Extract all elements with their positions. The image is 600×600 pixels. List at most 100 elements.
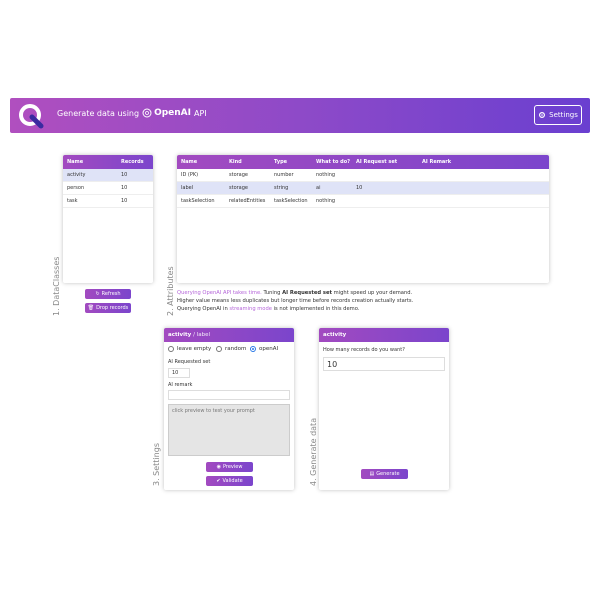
radio-leave-empty[interactable]: leave empty bbox=[168, 346, 211, 352]
col-name: Name bbox=[181, 159, 198, 165]
radio-label: leave empty bbox=[177, 346, 212, 352]
attr-kind: relatedEntities bbox=[229, 198, 266, 204]
info-link-streaming[interactable]: streaming mode bbox=[229, 306, 272, 312]
dataclass-row-activity[interactable]: activity 10 bbox=[63, 169, 153, 182]
refresh-label: Refresh bbox=[101, 291, 121, 297]
records-count-input[interactable]: 10 bbox=[323, 357, 445, 371]
openai-icon bbox=[142, 108, 152, 118]
attr-todo: nothing bbox=[316, 172, 336, 178]
attributes-table-header: Name Kind Type What to do? AI Request se… bbox=[177, 155, 549, 169]
attr-type: string bbox=[274, 185, 289, 191]
preview-button[interactable]: ◉ Preview bbox=[206, 462, 253, 472]
info-line1-bold: AI Requested set bbox=[282, 290, 332, 296]
refresh-icon: ↻ bbox=[95, 291, 100, 297]
attr-name: ID (PK) bbox=[181, 172, 199, 178]
drop-records-button[interactable]: 🗑 Drop records bbox=[85, 303, 131, 313]
info-line-2: Higher value means less duplicates but l… bbox=[177, 298, 414, 304]
info-line-1: Querying OpenAI API takes time. Tuning A… bbox=[177, 289, 413, 297]
info-line-3: Querying OpenAI in streaming mode is not… bbox=[177, 305, 413, 313]
attributes-section-label: 2. Attributes bbox=[166, 266, 175, 316]
info-line1-end: might speed up your demand. bbox=[332, 290, 413, 296]
app-logo-icon bbox=[19, 104, 44, 129]
ai-requested-set-value: 10 bbox=[172, 370, 179, 376]
header-title-suffix: API bbox=[194, 108, 207, 118]
attributes-panel: Name Kind Type What to do? AI Request se… bbox=[177, 155, 549, 283]
refresh-button[interactable]: ↻ Refresh bbox=[85, 289, 131, 299]
settings-entity: activity bbox=[168, 332, 192, 338]
attr-kind: storage bbox=[229, 172, 248, 178]
attr-type: taskSelection bbox=[274, 198, 308, 204]
info-line1-mid: Tuning bbox=[261, 290, 283, 296]
settings-button[interactable]: Settings bbox=[534, 105, 582, 125]
openai-brand: OpenAI bbox=[154, 108, 191, 118]
attr-kind: storage bbox=[229, 185, 248, 191]
info-link-time[interactable]: Querying OpenAI API takes time. bbox=[177, 290, 262, 296]
radio-icon bbox=[168, 346, 174, 352]
dataclasses-section-label: 1. DataClasses bbox=[52, 256, 61, 316]
attribute-row-label[interactable]: label storage string ai 10 bbox=[177, 182, 549, 195]
attribute-row-taskselection[interactable]: taskSelection relatedEntities taskSelect… bbox=[177, 195, 549, 208]
generate-label: Generate bbox=[376, 471, 400, 477]
generate-card-header: activity bbox=[319, 328, 449, 342]
attribute-row-id[interactable]: ID (PK) storage number nothing bbox=[177, 169, 549, 182]
dataclasses-panel: Name Records activity 10 person 10 task … bbox=[63, 155, 153, 283]
prompt-preview-area[interactable]: click preview to test your prompt bbox=[168, 404, 290, 456]
attr-todo: nothing bbox=[316, 198, 336, 204]
settings-label: Settings bbox=[549, 111, 578, 119]
drop-records-label: Drop records bbox=[96, 305, 129, 311]
openai-logo: OpenAI bbox=[142, 108, 191, 118]
app-header: Generate data using OpenAI API Settings bbox=[10, 98, 590, 133]
radio-checked-icon bbox=[250, 346, 256, 352]
dataclass-name: person bbox=[67, 185, 85, 191]
gear-icon bbox=[539, 112, 546, 118]
dataclass-row-task[interactable]: task 10 bbox=[63, 195, 153, 208]
col-ai-remark: AI Remark bbox=[422, 159, 452, 165]
dataclass-row-person[interactable]: person 10 bbox=[63, 182, 153, 195]
radio-random[interactable]: random bbox=[216, 346, 246, 352]
eye-icon: ◉ bbox=[216, 464, 221, 470]
ai-remark-label: AI remark bbox=[168, 382, 193, 388]
attr-request: 10 bbox=[356, 185, 363, 191]
attr-type: number bbox=[274, 172, 294, 178]
radio-label: random bbox=[225, 346, 247, 352]
dataclasses-table-header: Name Records bbox=[63, 155, 153, 169]
attr-name: taskSelection bbox=[181, 198, 215, 204]
col-kind: Kind bbox=[229, 159, 242, 165]
generate-section-label: 4. Generate data bbox=[309, 417, 318, 486]
header-title: Generate data using OpenAI API bbox=[57, 108, 207, 118]
radio-icon bbox=[216, 346, 222, 352]
ai-requested-set-input[interactable]: 10 bbox=[168, 368, 190, 378]
dataclass-name: task bbox=[67, 198, 78, 204]
attr-todo: ai bbox=[316, 185, 321, 191]
check-icon: ✔ bbox=[216, 478, 221, 484]
header-title-prefix: Generate data using bbox=[57, 108, 140, 118]
info-text: Querying OpenAI API takes time. Tuning A… bbox=[177, 289, 413, 313]
settings-section-label: 3. Settings bbox=[152, 443, 161, 486]
records-question: How many records do you want? bbox=[323, 347, 405, 353]
generate-panel: activity How many records do you want? 1… bbox=[319, 328, 449, 490]
settings-card-header: activity / label bbox=[164, 328, 294, 342]
dataclass-name: activity bbox=[67, 172, 86, 178]
col-records: Records bbox=[121, 159, 144, 165]
info-line3-start: Querying OpenAI in bbox=[177, 306, 230, 312]
prompt-placeholder: click preview to test your prompt bbox=[172, 408, 255, 414]
radio-openai[interactable]: openAI bbox=[250, 346, 278, 352]
generate-entity: activity bbox=[323, 332, 347, 338]
attr-name: label bbox=[181, 185, 194, 191]
ai-requested-set-label: AI Requested set bbox=[168, 359, 211, 365]
generate-icon: ▤ bbox=[369, 471, 375, 477]
radio-label: openAI bbox=[259, 346, 279, 352]
validate-button[interactable]: ✔ Validate bbox=[206, 476, 253, 486]
generate-button[interactable]: ▤ Generate bbox=[361, 469, 408, 479]
col-ai-request-set: AI Request set bbox=[356, 159, 398, 165]
validate-label: Validate bbox=[222, 478, 243, 484]
col-type: Type bbox=[274, 159, 288, 165]
info-line3-end: is not implemented in this demo. bbox=[271, 306, 360, 312]
ai-remark-input[interactable] bbox=[168, 390, 290, 400]
col-name: Name bbox=[67, 159, 84, 165]
settings-attribute: / label bbox=[193, 332, 211, 338]
trash-icon: 🗑 bbox=[87, 305, 95, 311]
dataclass-records: 10 bbox=[121, 172, 128, 178]
col-what-to-do: What to do? bbox=[316, 159, 351, 165]
dataclass-records: 10 bbox=[121, 185, 128, 191]
